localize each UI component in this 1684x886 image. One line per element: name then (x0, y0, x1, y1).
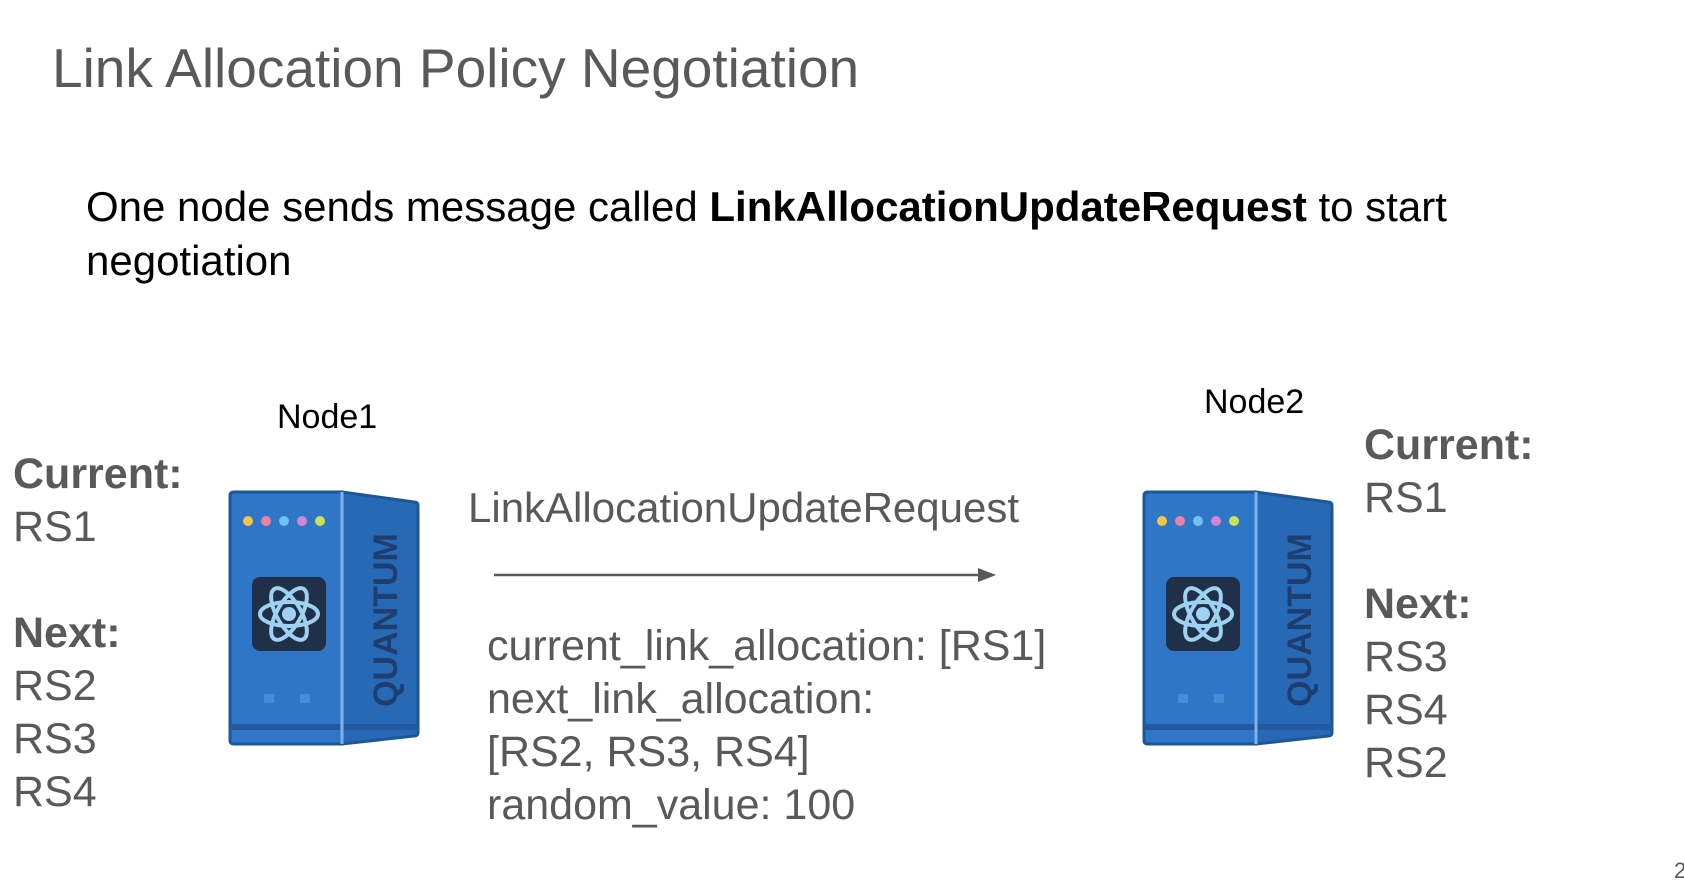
message-param: [RS2, RS3, RS4] (487, 728, 810, 776)
node1-current-item: RS1 (13, 503, 97, 551)
message-name: LinkAllocationUpdateRequest (468, 484, 1020, 531)
node2-label: Node2 (1204, 383, 1305, 421)
message-param: random_value: 100 (487, 781, 856, 829)
node2-next-label: Next: (1364, 580, 1472, 628)
arrow-right-icon (494, 568, 996, 582)
node1-next-item: RS2 (13, 662, 97, 710)
node2-next-item: RS3 (1364, 633, 1448, 681)
message-params: current_link_allocation: [RS1] next_link… (487, 620, 1046, 832)
message-param: next_link_allocation: (487, 675, 875, 723)
node2-next-item: RS4 (1364, 686, 1448, 734)
message-param: current_link_allocation: [RS1] (487, 622, 1047, 670)
node1-allocation: Current: RS1 Next: RS2 RS3 RS4 (13, 448, 183, 819)
node1-current-label: Current: (13, 450, 183, 498)
node1-server-icon: QUANTUM (228, 490, 420, 746)
node1-label: Node1 (277, 398, 378, 436)
page-number: 2 (1674, 858, 1684, 883)
node1-server-text: QUANTUM (367, 533, 405, 707)
node1-next-item: RS4 (13, 768, 97, 816)
node2-allocation: Current: RS1 Next: RS3 RS4 RS2 (1364, 419, 1534, 790)
node1-next-label: Next: (13, 609, 121, 657)
node1-next-item: RS3 (13, 715, 97, 763)
node2-current-item: RS1 (1364, 474, 1448, 522)
node2-current-label: Current: (1364, 421, 1534, 469)
node2-next-item: RS2 (1364, 739, 1448, 787)
node2-server-icon: QUANTUM (1142, 490, 1334, 746)
subtitle: One node sends message called LinkAlloca… (86, 180, 1646, 288)
node2-server-text: QUANTUM (1281, 533, 1319, 707)
subtitle-message-name: LinkAllocationUpdateRequest (709, 183, 1307, 230)
slide-title: Link Allocation Policy Negotiation (52, 37, 860, 99)
subtitle-before: One node sends message called (86, 183, 710, 230)
